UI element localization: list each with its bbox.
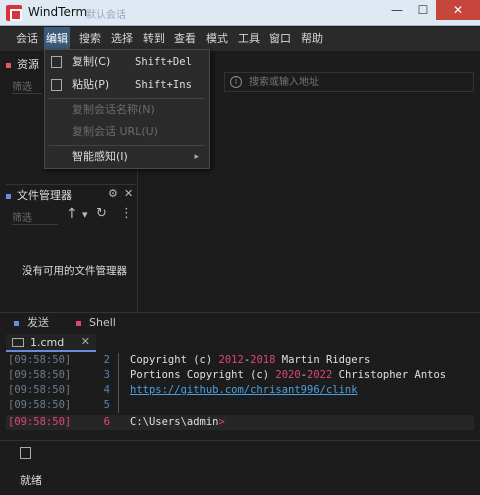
window-title: WindTerm xyxy=(28,5,88,19)
session-filter-input[interactable]: 筛选 xyxy=(12,78,42,94)
paste-shortcut: Shift+Ins xyxy=(135,79,192,91)
terminal-line-current: [09:58:50] 6 C:\Users\admin> xyxy=(6,415,474,430)
copy-icon xyxy=(51,56,62,68)
gutter xyxy=(118,368,119,383)
menu-item-copy-session-url[interactable]: 复制会话 URL(U) xyxy=(45,122,209,142)
menu-edit[interactable]: 编辑 xyxy=(44,27,70,51)
timestamp: [09:58:50] xyxy=(8,416,72,428)
file-manager-empty-message: 没有可用的文件管理器 xyxy=(22,265,127,277)
tab-shell-label: Shell xyxy=(89,316,116,329)
timestamp: [09:58:50] xyxy=(8,399,72,411)
close-icon[interactable]: ✕ xyxy=(124,187,133,200)
terminal-line: [09:58:50] 4 https://github.com/chrisant… xyxy=(6,383,474,398)
minimize-button[interactable]: — xyxy=(384,0,410,20)
menu-search[interactable]: 搜索 xyxy=(77,27,103,51)
line-number: 5 xyxy=(103,399,110,411)
terminal-line: [09:58:50] 3 Portions Copyright (c) 2020… xyxy=(6,368,474,383)
menu-select[interactable]: 选择 xyxy=(109,27,135,51)
document-icon[interactable] xyxy=(20,447,31,459)
smart-sense-label: 智能感知(I) xyxy=(72,150,128,163)
panel-marker-icon xyxy=(6,193,11,199)
tab-send-label: 发送 xyxy=(27,316,49,329)
menu-bar: 会话 编辑 搜索 选择 转到 查看 模式 工具 窗口 帮助 xyxy=(0,27,480,51)
paste-label: 粘贴(P) xyxy=(72,78,110,91)
menu-item-copy-session-name[interactable]: 复制会话名称(N) xyxy=(45,100,209,120)
menu-item-copy[interactable]: 复制(C) Shift+Del xyxy=(45,52,209,72)
chevron-right-icon: ▸ xyxy=(194,152,199,162)
terminal-line: [09:58:50] 5 xyxy=(6,398,474,413)
panel-marker-icon xyxy=(6,62,11,68)
line-number: 6 xyxy=(103,416,110,428)
paste-icon xyxy=(51,79,62,91)
info-icon: i xyxy=(230,76,242,88)
tab-marker-icon xyxy=(14,320,19,326)
status-text: 就绪 xyxy=(20,474,42,487)
divider xyxy=(6,184,136,185)
menu-window[interactable]: 窗口 xyxy=(267,27,293,51)
arrow-up-icon[interactable]: ↑ xyxy=(66,206,78,222)
clink-link[interactable]: https://github.com/chrisant996/clink xyxy=(130,383,358,398)
line-number: 2 xyxy=(103,354,110,366)
more-icon[interactable]: ⋮ xyxy=(120,206,133,221)
line-number: 4 xyxy=(103,384,110,396)
maximize-button[interactable]: ☐ xyxy=(410,0,436,20)
command-prompt[interactable]: C:\Users\admin> xyxy=(130,415,225,430)
close-icon[interactable]: ✕ xyxy=(81,335,90,348)
divider xyxy=(0,440,480,441)
menu-item-paste[interactable]: 粘贴(P) Shift+Ins xyxy=(45,75,209,95)
close-button[interactable]: ✕ xyxy=(436,0,480,20)
session-panel-header: 资源 xyxy=(6,56,39,74)
gear-icon[interactable]: ⚙ xyxy=(108,187,118,200)
terminal-line: [09:58:50] 2 Copyright (c) 2012-2018 Mar… xyxy=(6,353,474,368)
menu-help[interactable]: 帮助 xyxy=(299,27,325,51)
menu-separator xyxy=(49,145,205,146)
window-subtitle: 默认会话 xyxy=(86,10,126,21)
address-input[interactable] xyxy=(249,74,469,90)
line-number: 3 xyxy=(103,369,110,381)
timestamp: [09:58:50] xyxy=(8,384,72,396)
file-filter-input[interactable]: 筛选 xyxy=(12,209,58,225)
line-text: Copyright (c) 2012-2018 Martin Ridgers xyxy=(130,354,371,366)
menu-goto[interactable]: 转到 xyxy=(141,27,167,51)
title-bar: WindTerm 默认会话 — ☐ ✕ xyxy=(0,0,480,26)
refresh-icon[interactable]: ↻ xyxy=(96,206,107,221)
terminal-output[interactable]: [09:58:50] 2 Copyright (c) 2012-2018 Mar… xyxy=(6,353,474,437)
tab-send[interactable]: 发送 xyxy=(14,313,49,333)
copy-shortcut: Shift+Del xyxy=(135,56,192,68)
timestamp: [09:58:50] xyxy=(8,369,72,381)
gutter xyxy=(118,398,119,413)
file-manager-header: 文件管理器 xyxy=(6,187,72,205)
terminal-tab[interactable]: 1.cmd ✕ xyxy=(6,334,96,352)
windterm-logo-icon xyxy=(6,5,22,21)
tab-marker-icon xyxy=(76,320,81,326)
menu-tools[interactable]: 工具 xyxy=(236,27,262,51)
terminal-tab-label: 1.cmd xyxy=(30,336,65,349)
gutter xyxy=(118,383,119,398)
file-manager-title: 文件管理器 xyxy=(17,189,72,202)
tab-shell[interactable]: Shell xyxy=(76,313,116,333)
address-bar[interactable]: i xyxy=(224,72,474,92)
bottom-tab-bar: 发送 Shell xyxy=(0,312,480,332)
menu-item-smart-sense[interactable]: 智能感知(I) ▸ xyxy=(45,147,209,167)
copy-session-name-label: 复制会话名称(N) xyxy=(72,103,155,116)
menu-mode[interactable]: 模式 xyxy=(204,27,230,51)
session-panel-title: 资源 xyxy=(17,58,39,71)
menu-session[interactable]: 会话 xyxy=(14,27,40,51)
timestamp: [09:58:50] xyxy=(8,354,72,366)
menu-separator xyxy=(49,98,205,99)
terminal-icon xyxy=(12,338,24,347)
line-text: Portions Copyright (c) 2020-2022 Christo… xyxy=(130,369,447,381)
copy-label: 复制(C) xyxy=(72,55,111,68)
gutter xyxy=(118,353,119,368)
edit-menu-dropdown: 复制(C) Shift+Del 粘贴(P) Shift+Ins 复制会话名称(N… xyxy=(44,49,210,169)
menu-view[interactable]: 查看 xyxy=(172,27,198,51)
chevron-down-icon[interactable]: ▾ xyxy=(82,208,88,221)
copy-session-url-label: 复制会话 URL(U) xyxy=(72,125,158,138)
